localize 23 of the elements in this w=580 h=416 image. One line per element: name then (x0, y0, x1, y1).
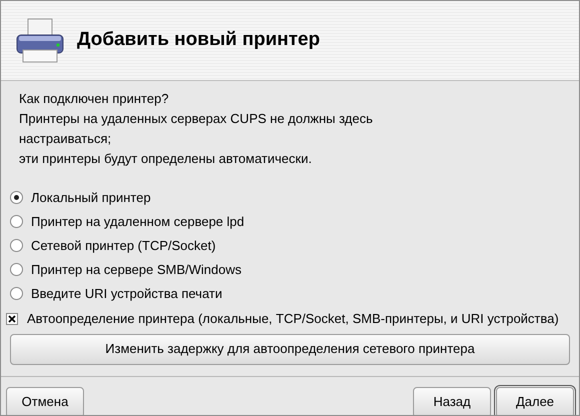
dialog-title: Добавить новый принтер (77, 28, 320, 52)
option-label: Локальный принтер (31, 188, 151, 207)
autodetect-delay-button[interactable]: Изменить задержку для автоопределения сетевого принтера (10, 334, 570, 364)
cancel-button[interactable]: Отмена (6, 386, 84, 415)
option-label: Введите URI устройства печати (31, 284, 222, 303)
intro-text: эти принтеры будут определены автоматически. (19, 150, 313, 168)
back-button[interactable]: Назад (413, 386, 491, 415)
radio-button[interactable] (10, 263, 23, 276)
radio-button[interactable] (10, 191, 23, 204)
intro-text: настраиваться; (19, 130, 112, 148)
intro-text: Как подключен принтер? (19, 90, 170, 108)
radio-button[interactable] (10, 215, 23, 228)
check-cross-icon (8, 314, 16, 323)
option-label: Принтер на сервере SMB/Windows (31, 260, 242, 279)
option-label: Принтер на удаленном сервере lpd (31, 212, 244, 231)
radio-button[interactable] (10, 287, 23, 300)
checkbox[interactable] (6, 312, 18, 325)
checkbox-label: Автоопределение принтера (локальные, TCP/Socket, SMB-принтеры, и URI устройства) (27, 310, 559, 328)
radio-button[interactable] (10, 239, 23, 252)
option-label: Сетевой принтер (TCP/Socket) (31, 236, 216, 255)
intro-text: Принтеры на удаленных серверах CUPS не должны здесь (19, 110, 374, 128)
next-button[interactable]: Далее (496, 386, 574, 415)
printer-icon (15, 18, 65, 64)
